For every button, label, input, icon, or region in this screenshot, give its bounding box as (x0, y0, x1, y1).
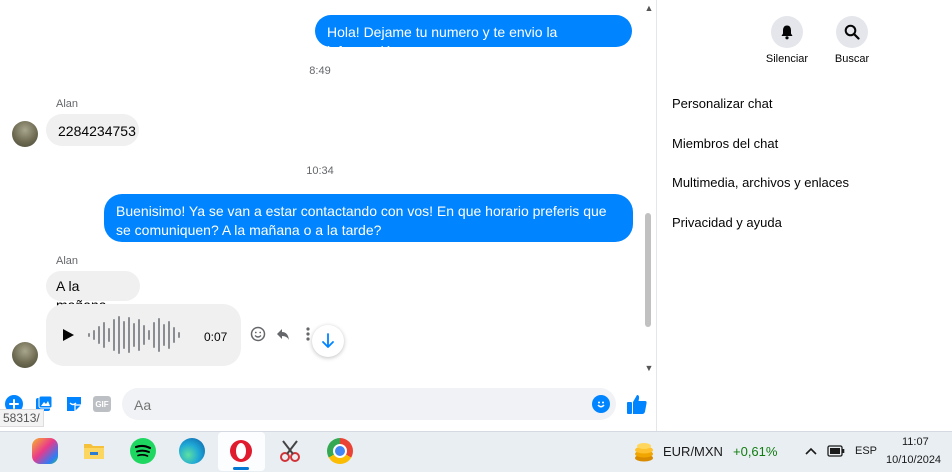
sidebar-item-privacy-help[interactable]: Privacidad y ayuda (672, 215, 782, 230)
timestamp: 8:49 (309, 65, 331, 77)
scissors-icon (280, 440, 300, 462)
chrome-center (333, 444, 347, 458)
currency-pair[interactable]: EUR/MXN (663, 444, 723, 459)
spotify-icon[interactable] (130, 438, 156, 464)
sticker-icon[interactable] (65, 395, 83, 413)
url-tooltip: 58313/ (0, 409, 44, 427)
gif-button[interactable]: GIF (93, 396, 111, 412)
message-incoming[interactable]: A la mañana (46, 271, 140, 313)
scroll-down-arrow[interactable]: ▼ (643, 363, 655, 373)
coins-icon[interactable] (632, 440, 656, 464)
sidebar-item-customize-chat[interactable]: Personalizar chat (672, 96, 772, 111)
sidebar-item-chat-members[interactable]: Miembros del chat (672, 136, 778, 151)
plus-icon (9, 399, 19, 409)
like-icon[interactable] (626, 393, 648, 415)
clock-date[interactable]: 10/10/2024 (886, 454, 941, 466)
chat-area: Hola! Dejame tu numero y te envio la inf… (0, 0, 642, 380)
bell-icon (781, 25, 793, 40)
arrow-down-icon (322, 333, 334, 348)
opera-active-indicator (233, 467, 249, 470)
emoji-button[interactable] (592, 395, 610, 413)
scrollbar-thumb[interactable] (645, 213, 651, 327)
avatar[interactable] (12, 342, 38, 368)
waveform (88, 316, 180, 354)
language-indicator[interactable]: ESP (855, 445, 877, 457)
timestamp: 10:34 (306, 165, 334, 177)
sidebar-item-media-files-links[interactable]: Multimedia, archivos y enlaces (672, 175, 849, 190)
search-button[interactable] (836, 16, 868, 48)
currency-change[interactable]: +0,61% (733, 444, 777, 459)
spotify-waves-icon (134, 444, 152, 457)
mute-button[interactable] (771, 16, 803, 48)
opera-o-icon (230, 440, 252, 462)
message-input-box[interactable] (122, 388, 616, 420)
snipping-tool-icon[interactable] (277, 438, 303, 464)
message-outgoing[interactable]: Buenisimo! Ya se van a estar contactando… (104, 194, 633, 242)
file-explorer-icon[interactable] (81, 438, 107, 464)
voice-message[interactable]: 0:07 (46, 304, 241, 366)
message-incoming[interactable]: 2284234753 (46, 114, 139, 146)
search-label: Buscar (834, 53, 870, 65)
scroll-up-arrow[interactable]: ▲ (643, 3, 655, 13)
message-input[interactable] (132, 394, 576, 416)
chevron-up-icon[interactable] (805, 447, 817, 455)
folder-icon (84, 444, 104, 459)
search-icon (844, 24, 860, 40)
reply-icon[interactable] (275, 326, 291, 342)
avatar[interactable] (12, 121, 38, 147)
copilot-icon[interactable] (32, 438, 58, 464)
sender-name: Alan (56, 255, 79, 267)
mute-label: Silenciar (765, 53, 809, 65)
sender-name: Alan (56, 98, 79, 110)
opera-icon[interactable] (228, 438, 254, 464)
panel-divider (656, 0, 657, 431)
emoji-icon (597, 401, 605, 408)
battery-icon[interactable] (827, 445, 845, 457)
chrome-icon[interactable] (327, 438, 353, 464)
message-outgoing[interactable]: Hola! Dejame tu numero y te envio la inf… (315, 15, 632, 59)
play-icon[interactable] (61, 328, 75, 342)
react-icon[interactable] (250, 326, 266, 342)
scroll-to-bottom-button[interactable] (312, 325, 344, 357)
edge-icon[interactable] (179, 438, 205, 464)
clock-time[interactable]: 11:07 (902, 436, 929, 448)
voice-duration: 0:07 (204, 330, 228, 344)
more-icon[interactable] (305, 326, 311, 342)
